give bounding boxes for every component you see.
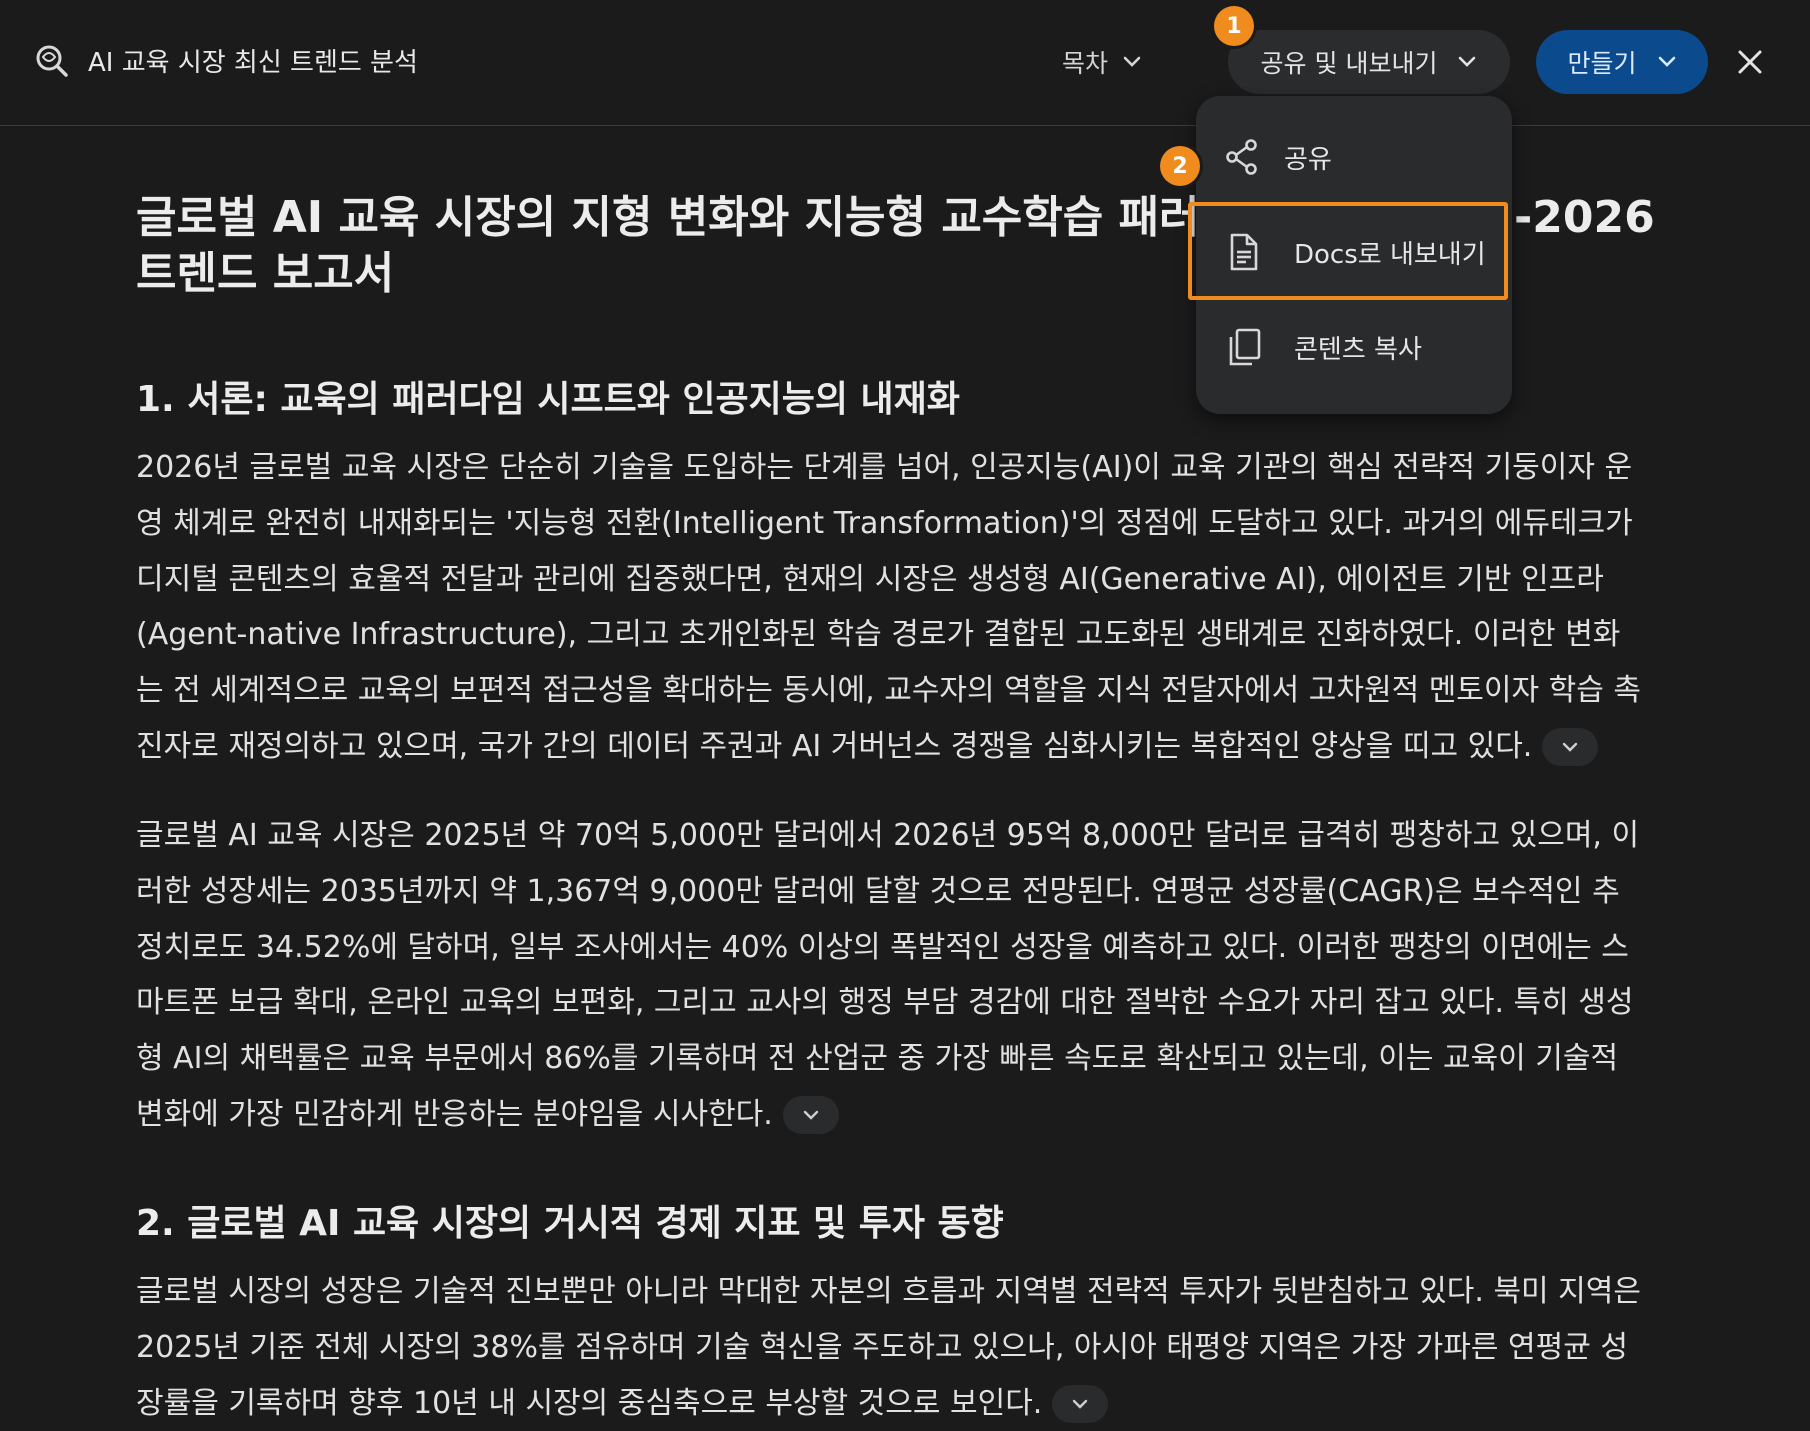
chevron-down-icon xyxy=(1459,56,1476,67)
section-heading: 2. 글로벌 AI 교육 시장의 거시적 경제 지표 및 투자 동향 xyxy=(136,1203,1004,1244)
paragraph-text: 2026년 글로벌 교육 시장은 단순히 기술을 도입하는 단계를 넘어, 인공… xyxy=(136,450,1641,764)
paragraph-text: 글로벌 시장의 성장은 기술적 진보뿐만 아니라 막대한 자본의 흐름과 지역별… xyxy=(136,1274,1641,1421)
toc-label: 목차 xyxy=(1062,49,1109,78)
chevron-down-icon xyxy=(803,1111,819,1121)
close-icon[interactable] xyxy=(1732,44,1768,80)
section-heading: 1. 서론: 교육의 패러다임 시프트와 인공지능의 내재화 xyxy=(136,379,960,420)
expand-button[interactable] xyxy=(1052,1385,1109,1424)
step-badge-2: 2 xyxy=(1160,146,1200,186)
paragraph: 글로벌 시장의 성장은 기술적 진보뿐만 아니라 막대한 자본의 흐름과 지역별… xyxy=(136,1264,1646,1431)
paragraph: 2026년 글로벌 교육 시장은 단순히 기술을 도입하는 단계를 넘어, 인공… xyxy=(136,440,1646,775)
menu-item-label: 콘텐츠 복사 xyxy=(1294,334,1422,365)
toc-button[interactable]: 목차 xyxy=(1062,36,1142,88)
paragraph: 글로벌 AI 교육 시장은 2025년 약 70억 5,000만 달러에서 20… xyxy=(136,808,1646,1143)
expand-button[interactable] xyxy=(782,1096,839,1135)
menu-item-label: 공유 xyxy=(1284,144,1332,175)
share-icon xyxy=(1226,139,1257,175)
report-title-line2: 트렌드 보고서 xyxy=(136,248,395,299)
step-badge-1: 1 xyxy=(1214,6,1254,46)
create-button[interactable]: 만들기 xyxy=(1536,30,1708,94)
chevron-down-icon xyxy=(1658,56,1675,67)
chevron-down-icon xyxy=(1073,1399,1088,1409)
top-bar: AI 교육 시장 최신 트렌드 분석 목차 공유 및 내보내기 만들기 xyxy=(0,0,1810,126)
paragraph-text: 글로벌 AI 교육 시장은 2025년 약 70억 5,000만 달러에서 20… xyxy=(136,818,1640,1132)
chevron-down-icon xyxy=(1563,743,1578,753)
report-title-line1: 글로벌 AI 교육 시장의 지형 변화와 지능형 교수학습 패러다임의 xyxy=(136,192,1321,243)
expand-button[interactable] xyxy=(1542,728,1599,767)
deep-research-icon xyxy=(36,45,68,77)
report-title-line1-end: -2026 xyxy=(1514,192,1655,243)
menu-item-share[interactable]: 공유 xyxy=(1196,122,1512,192)
share-export-label: 공유 및 내보내기 xyxy=(1260,49,1438,78)
menu-item-copy-content[interactable]: 콘텐츠 복사 xyxy=(1196,312,1512,382)
document-title: AI 교육 시장 최신 트렌드 분석 xyxy=(88,48,418,78)
copy-icon xyxy=(1229,328,1261,366)
share-export-button[interactable]: 공유 및 내보내기 xyxy=(1228,30,1510,94)
chevron-down-icon xyxy=(1123,56,1141,67)
create-label: 만들기 xyxy=(1567,49,1637,78)
highlight-box xyxy=(1188,202,1508,300)
